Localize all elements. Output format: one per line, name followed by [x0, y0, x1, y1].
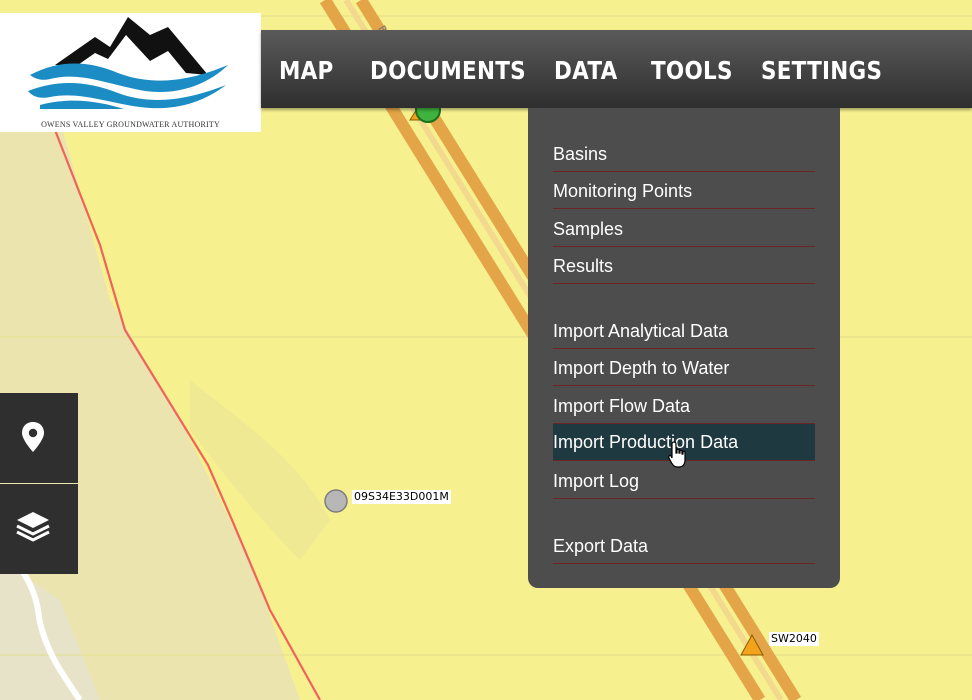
mountain-wave-logo-icon [28, 17, 228, 109]
menu-item-import-analytical-data[interactable]: Import Analytical Data [553, 313, 815, 349]
layers-icon [16, 512, 50, 542]
menu-item-label: Import Log [553, 471, 640, 491]
logo-caption: OWENS VALLEY GROUNDWATER AUTHORITY [41, 120, 220, 129]
menu-item-label: Import Production Data [553, 432, 739, 452]
menu-item-label: Samples [553, 219, 624, 239]
menu-item-import-flow-data[interactable]: Import Flow Data [553, 388, 815, 424]
top-nav-bar: MAP DOCUMENTS DATA TOOLS SETTINGS [261, 30, 972, 108]
menu-item-label: Import Flow Data [553, 396, 691, 416]
marker-label-sw2040: SW2040 [769, 632, 819, 646]
menu-item-monitoring-points[interactable]: Monitoring Points [553, 173, 815, 209]
nav-tools[interactable]: TOOLS [651, 56, 733, 85]
marker-label-monitoring-point: 09S34E33D001M [352, 490, 451, 504]
nav-map[interactable]: MAP [279, 56, 334, 85]
menu-item-label: Export Data [553, 536, 649, 556]
nav-data[interactable]: DATA [554, 56, 617, 85]
menu-item-results[interactable]: Results [553, 248, 815, 284]
menu-item-import-depth-to-water[interactable]: Import Depth to Water [553, 350, 815, 386]
menu-item-label: Results [553, 256, 614, 276]
nav-settings[interactable]: SETTINGS [761, 56, 882, 85]
nav-documents[interactable]: DOCUMENTS [370, 56, 526, 85]
menu-item-export-data[interactable]: Export Data [553, 528, 815, 564]
menu-item-label: Import Analytical Data [553, 321, 729, 341]
menu-item-samples[interactable]: Samples [553, 211, 815, 247]
layers-button[interactable] [0, 484, 78, 574]
menu-item-label: Basins [553, 144, 608, 164]
hand-cursor-icon [668, 441, 686, 468]
logo[interactable]: OWENS VALLEY GROUNDWATER AUTHORITY [0, 13, 261, 132]
menu-item-label: Monitoring Points [553, 181, 693, 201]
gray-circle-marker[interactable] [324, 489, 348, 513]
map-pin-icon [22, 422, 44, 452]
location-button[interactable] [0, 393, 78, 483]
menu-item-basins[interactable]: Basins [553, 136, 815, 172]
data-dropdown-menu: Basins Monitoring Points Samples Results… [528, 108, 840, 588]
menu-item-label: Import Depth to Water [553, 358, 730, 378]
